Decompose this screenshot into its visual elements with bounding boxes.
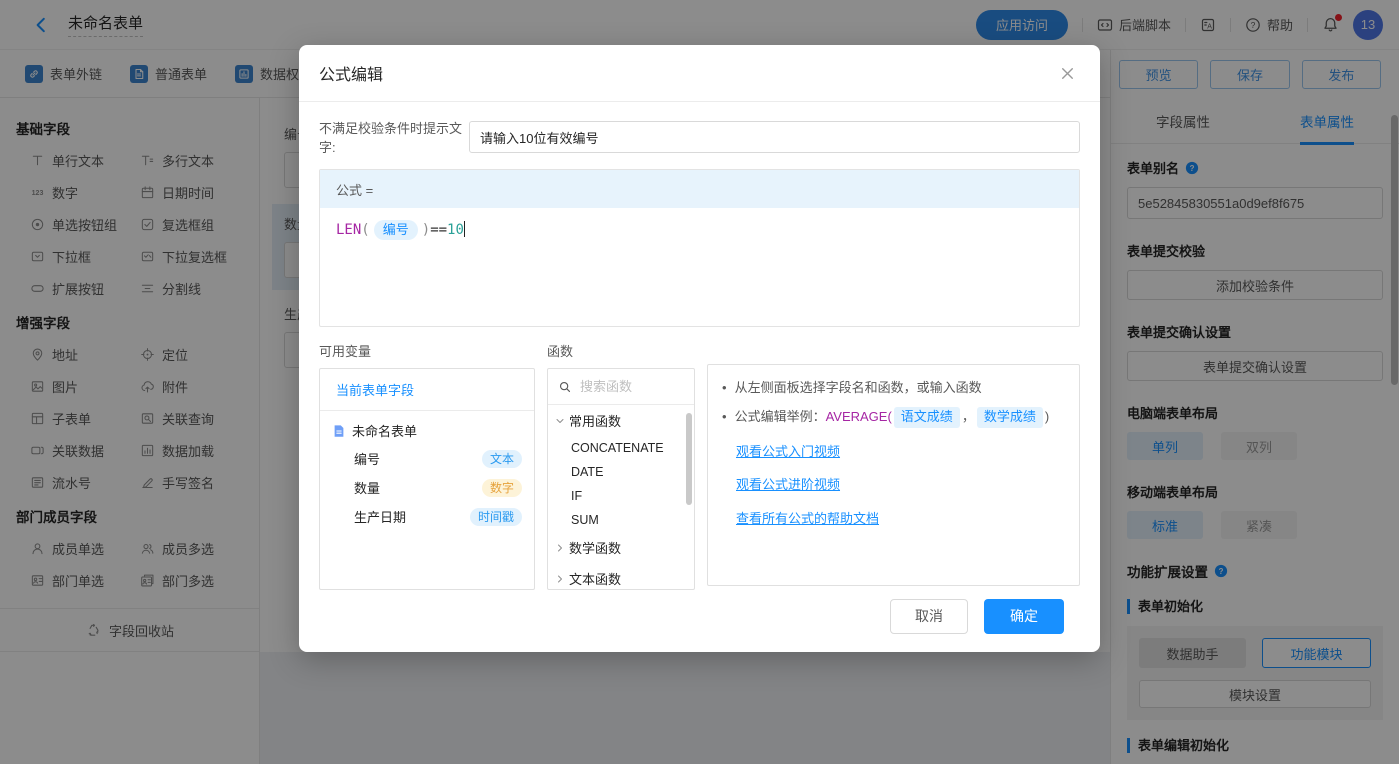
chevron-right-icon [554,542,566,554]
help-column: • 从左侧面板选择字段名和函数，或输入函数 • 公式编辑举例：AVERAGE(语… [707,341,1080,590]
dialog-header: 公式编辑 [299,45,1100,102]
link-formula-intro-video[interactable]: 观看公式入门视频 [736,442,1065,463]
variable-row-number-id[interactable]: 编号 文本 [320,444,534,473]
current-form-fields-tab[interactable]: 当前表单字段 [336,383,414,398]
function-group-text[interactable]: 文本函数 [548,563,694,590]
formula-helper-panels: 可用变量 当前表单字段 未命名表单 编号 文本 [319,341,1080,590]
formula-header: 公式 = [320,170,1079,208]
link-formula-docs[interactable]: 查看所有公式的帮助文档 [736,509,1065,530]
type-badge-timestamp: 时间戳 [470,508,522,526]
help-bullet-example: • 公式编辑举例：AVERAGE(语文成绩，数学成绩) [722,407,1065,428]
variables-tabrow: 当前表单字段 [320,369,534,411]
function-item-if[interactable]: IF [548,484,694,508]
formula-variable-chip[interactable]: 编号 [374,220,418,240]
validation-prompt-row: 不满足校验条件时提示文字: [319,118,1080,156]
functions-label: 函数 [547,341,695,360]
functions-scrollbar[interactable] [686,413,692,505]
validation-prompt-label: 不满足校验条件时提示文字: [319,118,469,156]
form-designer-app: 未命名表单 应用访问 后端脚本 A ? 帮助 13 [0,0,1399,764]
validation-prompt-input[interactable] [469,121,1080,153]
formula-paren: ) [422,222,430,238]
function-search [548,369,694,405]
dialog-title: 公式编辑 [319,61,383,85]
close-icon[interactable] [1059,65,1076,82]
type-badge-number: 数字 [482,479,522,497]
help-bullet-1: • 从左侧面板选择字段名和函数，或输入函数 [722,378,1065,399]
dialog-body: 不满足校验条件时提示文字: 公式 = LEN( 编号)==10 可用变量 当前表单… [299,102,1100,658]
dialog-footer: 取消 确定 [319,590,1080,658]
text-cursor [464,221,466,237]
function-item-date[interactable]: DATE [548,460,694,484]
function-item-sum[interactable]: SUM [548,508,694,532]
example-variable-chip: 语文成绩 [894,407,960,428]
type-badge-text: 文本 [482,450,522,468]
formula-function-token: LEN [336,222,361,238]
formula-editor: 公式 = LEN( 编号)==10 [319,169,1080,327]
help-spacer [707,341,1080,356]
variables-form-node[interactable]: 未命名表单 [320,411,534,444]
file-icon [332,424,346,438]
formula-number-token: 10 [447,222,464,238]
search-icon [558,380,572,394]
formula-edit-dialog: 公式编辑 不满足校验条件时提示文字: 公式 = LEN( 编号)==10 可用变量 [299,45,1100,652]
chevron-down-icon [554,415,566,427]
variables-label: 可用变量 [319,341,535,360]
variables-box: 当前表单字段 未命名表单 编号 文本 数量 数字 [319,368,535,590]
function-search-input[interactable] [578,378,684,395]
cancel-button[interactable]: 取消 [890,599,968,634]
confirm-button[interactable]: 确定 [984,599,1064,634]
function-item-concatenate[interactable]: CONCATENATE [548,436,694,460]
example-variable-chip: 数学成绩 [977,407,1043,428]
formula-operator-token: == [430,222,447,238]
functions-column: 函数 常用函数 CONCATENATE DATE IF SU [547,341,695,590]
variable-row-production-date[interactable]: 生产日期 时间戳 [320,502,534,531]
chevron-right-icon [554,573,566,585]
functions-box: 常用函数 CONCATENATE DATE IF SUM 数学函数 文本函数 [547,368,695,590]
formula-input-area[interactable]: LEN( 编号)==10 [320,208,1079,326]
example-function: AVERAGE( [826,409,892,424]
variables-column: 可用变量 当前表单字段 未命名表单 编号 文本 [319,341,535,590]
function-group-math[interactable]: 数学函数 [548,532,694,563]
function-group-common[interactable]: 常用函数 [548,405,694,436]
link-formula-advanced-video[interactable]: 观看公式进阶视频 [736,475,1065,496]
variable-row-quantity[interactable]: 数量 数字 [320,473,534,502]
help-links: 观看公式入门视频 观看公式进阶视频 查看所有公式的帮助文档 [736,442,1065,530]
formula-paren: ( [361,222,369,238]
help-box: • 从左侧面板选择字段名和函数，或输入函数 • 公式编辑举例：AVERAGE(语… [707,364,1080,586]
